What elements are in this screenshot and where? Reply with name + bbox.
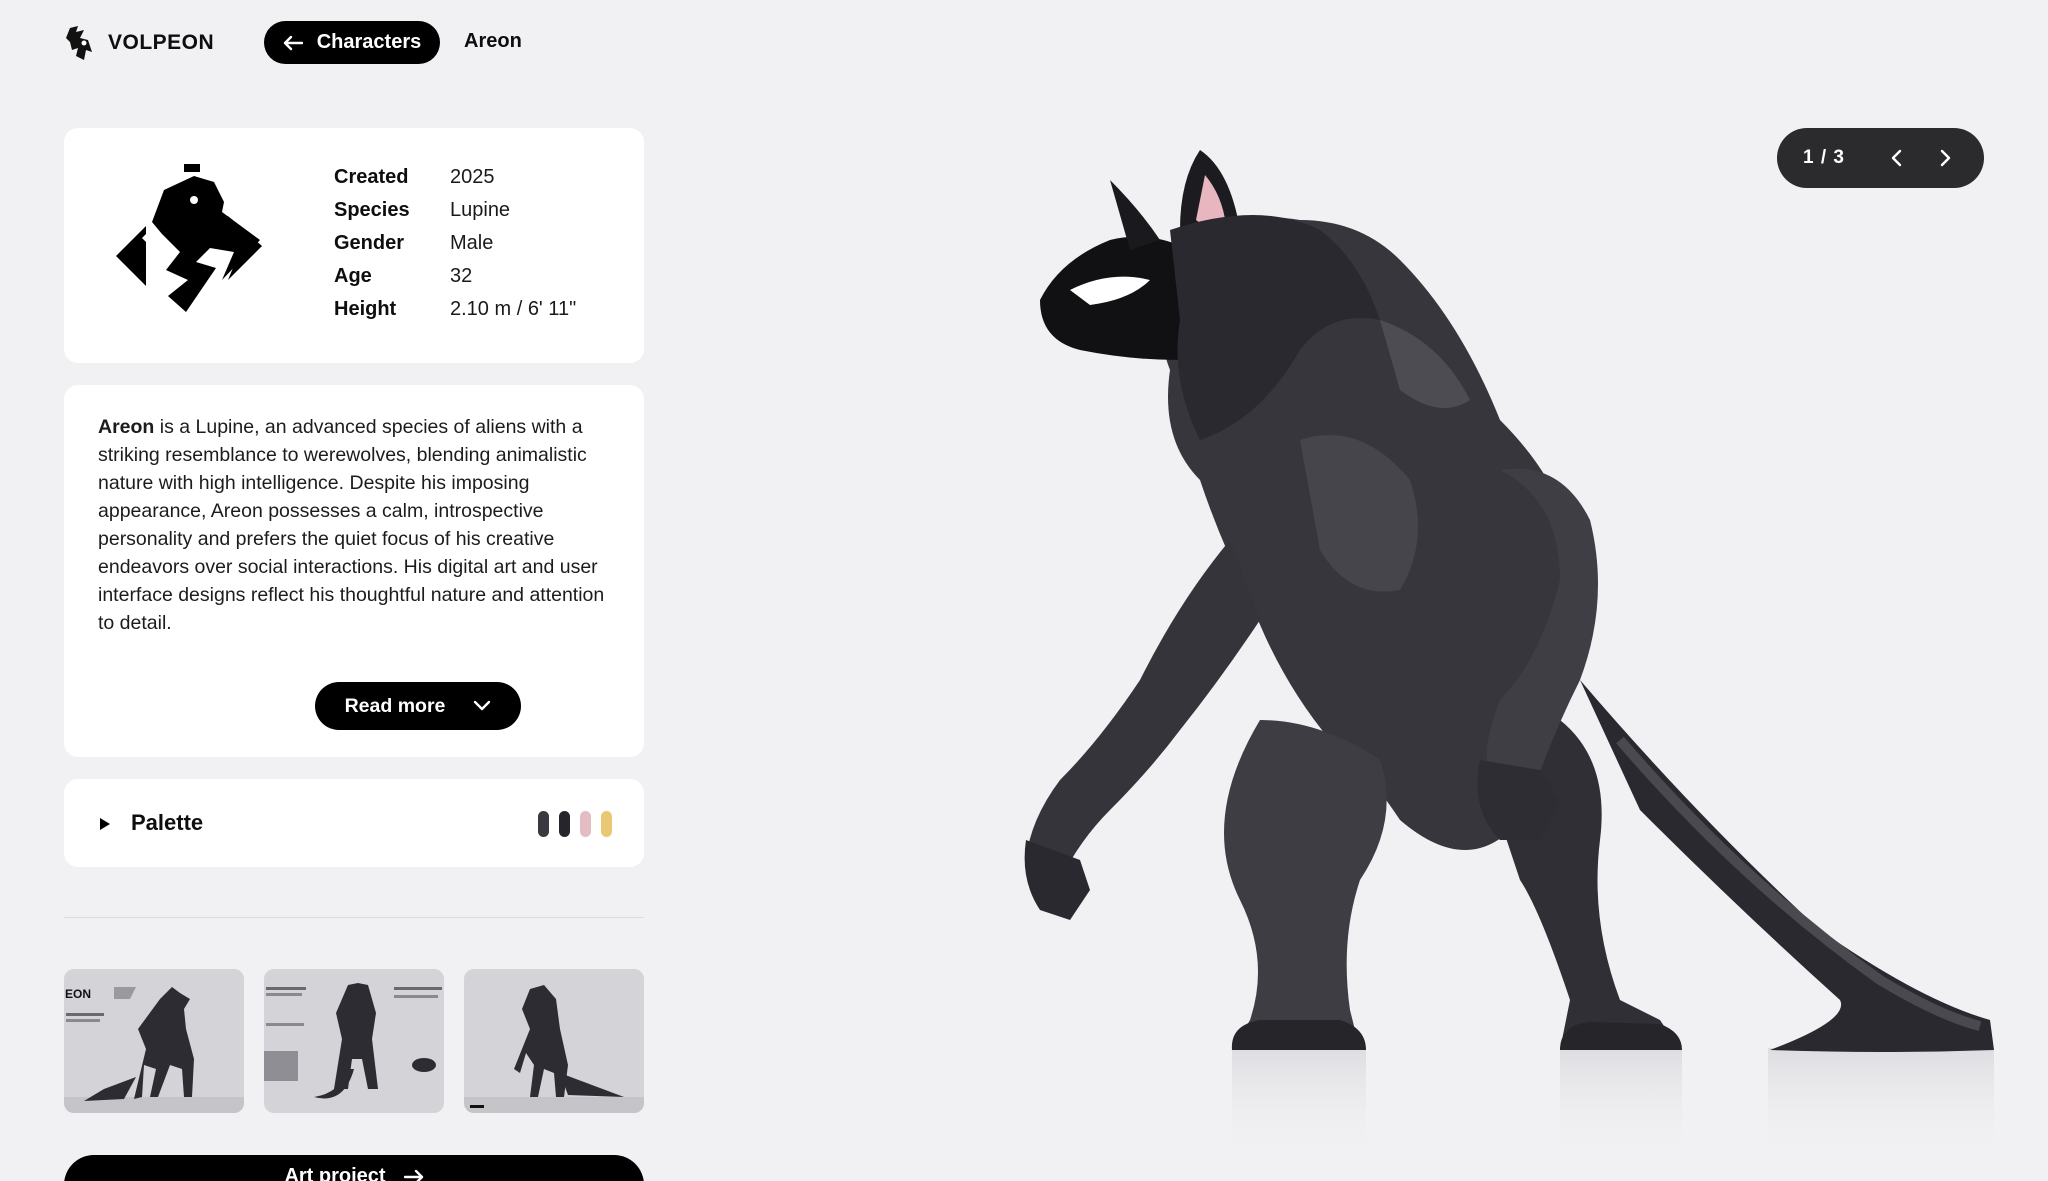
palette-label: Palette — [131, 810, 204, 835]
back-to-characters-button[interactable]: Characters — [264, 21, 440, 64]
read-more-button[interactable]: Read more — [315, 682, 521, 730]
breadcrumb-current: Areon — [464, 30, 522, 52]
caret-right-icon — [100, 818, 110, 830]
palette-swatch — [538, 811, 549, 837]
stat-label-created: Created — [334, 166, 409, 188]
arrow-left-icon — [283, 35, 303, 50]
palette-swatch — [601, 811, 612, 837]
stat-value-age: 32 — [450, 265, 473, 287]
palette-swatch — [559, 811, 570, 837]
stat-label-species: Species — [334, 199, 410, 221]
character-stats: Created 2025 Species Lupine Gender Male … — [334, 166, 576, 321]
gallery-thumbnail-2[interactable] — [264, 969, 444, 1113]
palette-disclosure[interactable]: Palette — [64, 779, 644, 867]
bio-name: Areon — [98, 416, 155, 438]
palette-swatch — [580, 811, 591, 837]
bio-body: is a Lupine, an advanced species of alie… — [98, 416, 605, 634]
back-button-label: Characters — [316, 31, 422, 53]
art-project-button[interactable]: Art project — [64, 1155, 644, 1181]
stat-value-species: Lupine — [450, 199, 511, 221]
gallery-thumbnail-1[interactable]: EON — [64, 969, 244, 1113]
arrow-right-icon — [403, 1169, 423, 1181]
stat-value-created: 2025 — [450, 166, 495, 188]
turnaround-thumbnail-image — [264, 983, 442, 1099]
stat-label-age: Age — [334, 265, 372, 287]
brand[interactable]: VOLPEON — [64, 26, 214, 60]
divider — [64, 917, 644, 918]
character-emblem-icon — [116, 164, 262, 312]
character-illustration — [1024, 150, 1994, 1158]
brand-name: VOLPEON — [108, 31, 215, 54]
art-project-label: Art project — [284, 1165, 386, 1181]
stat-label-height: Height — [334, 298, 397, 320]
read-more-label: Read more — [344, 694, 446, 717]
bio-card: Areon is a Lupine, an advanced species o… — [64, 385, 644, 757]
chevron-down-icon — [474, 700, 491, 711]
stat-value-height: 2.10 m / 6' 11" — [450, 298, 577, 320]
gallery-thumbnail-3[interactable] — [464, 969, 644, 1113]
reference-sheet-thumbnail-image: EON — [64, 987, 244, 1113]
stat-value-gender: Male — [450, 232, 494, 254]
character-info-card: Created 2025 Species Lupine Gender Male … — [64, 128, 644, 363]
bio-text: Areon is a Lupine, an advanced species o… — [98, 413, 618, 637]
pose-thumbnail-image — [464, 985, 644, 1113]
palette-swatches — [538, 811, 612, 837]
volpeon-fox-logo-icon — [66, 26, 92, 60]
thumbnail-label: EON — [65, 987, 91, 1001]
stat-label-gender: Gender — [334, 232, 405, 254]
